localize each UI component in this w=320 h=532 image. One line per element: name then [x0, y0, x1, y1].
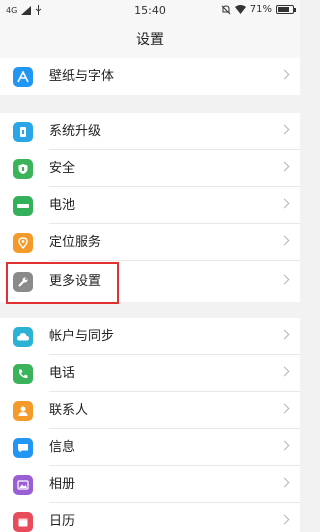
settings-item-wallpaper-font[interactable]: 壁纸与字体 — [0, 58, 300, 95]
settings-item-messages[interactable]: 信息 — [0, 429, 300, 466]
wifi-icon — [234, 5, 246, 14]
settings-item-label: 相册 — [49, 477, 76, 492]
settings-item-label: 电话 — [49, 366, 76, 381]
settings-item-phone[interactable]: 电话 — [0, 355, 300, 392]
settings-item-battery[interactable]: 电池 — [0, 187, 300, 224]
chevron-right-icon — [279, 161, 290, 172]
settings-item-accounts-sync[interactable]: 帐户与同步 — [0, 318, 300, 355]
message-icon — [13, 438, 33, 458]
chevron-right-icon — [279, 69, 290, 80]
chevron-right-icon — [279, 366, 290, 377]
settings-item-label: 联系人 — [49, 403, 89, 418]
chevron-right-icon — [279, 198, 290, 209]
settings-item-label: 安全 — [49, 161, 76, 176]
chevron-right-icon — [279, 477, 290, 488]
chevron-right-icon — [279, 329, 290, 340]
settings-item-security[interactable]: 安全 — [0, 150, 300, 187]
settings-item-label: 更多设置 — [49, 274, 102, 289]
mute-icon — [221, 4, 231, 14]
status-bar: 4G 15:40 71% — [0, 0, 300, 22]
cloud-icon — [13, 327, 33, 347]
location-icon — [13, 233, 33, 253]
settings-item-label: 帐户与同步 — [49, 329, 115, 344]
status-right: 71% — [221, 4, 296, 15]
settings-item-label: 电池 — [49, 198, 76, 213]
chevron-right-icon — [279, 124, 290, 135]
phone-icon — [13, 364, 33, 384]
chevron-right-icon — [279, 235, 290, 246]
album-icon — [13, 475, 33, 495]
chevron-right-icon — [279, 403, 290, 414]
calendar-icon — [13, 512, 33, 532]
settings-group-3: 帐户与同步 电话 联系人 信息 相册 日历 — [0, 318, 300, 532]
settings-item-label: 定位服务 — [49, 235, 102, 250]
settings-item-calendar[interactable]: 日历 — [0, 503, 300, 532]
font-icon — [13, 67, 33, 87]
settings-item-label: 壁纸与字体 — [49, 69, 115, 84]
settings-group-2: 系统升级 安全 电池 定位服务 更多设置 — [0, 113, 300, 302]
chevron-right-icon — [279, 440, 290, 451]
battery-percent: 71% — [249, 4, 272, 15]
page-title: 设置 — [0, 22, 300, 58]
contacts-icon — [13, 401, 33, 421]
wrench-icon — [13, 272, 33, 292]
update-icon — [13, 122, 33, 142]
shield-icon — [13, 159, 33, 179]
settings-item-contacts[interactable]: 联系人 — [0, 392, 300, 429]
settings-item-album[interactable]: 相册 — [0, 466, 300, 503]
settings-item-system-update[interactable]: 系统升级 — [0, 113, 300, 150]
settings-item-location[interactable]: 定位服务 — [0, 224, 300, 261]
battery-icon — [13, 196, 33, 216]
battery-icon — [276, 5, 296, 14]
settings-screen: 4G 15:40 71% 设置 壁纸与字体 系统升级 安全 电池 定位服务 更多… — [0, 0, 300, 532]
chevron-right-icon — [279, 514, 290, 525]
chevron-right-icon — [279, 274, 290, 285]
settings-item-label: 信息 — [49, 440, 76, 455]
settings-item-label: 系统升级 — [49, 124, 102, 139]
settings-item-label: 日历 — [49, 514, 76, 529]
settings-item-more-settings[interactable]: 更多设置 — [0, 261, 300, 302]
settings-group-1: 壁纸与字体 — [0, 58, 300, 95]
